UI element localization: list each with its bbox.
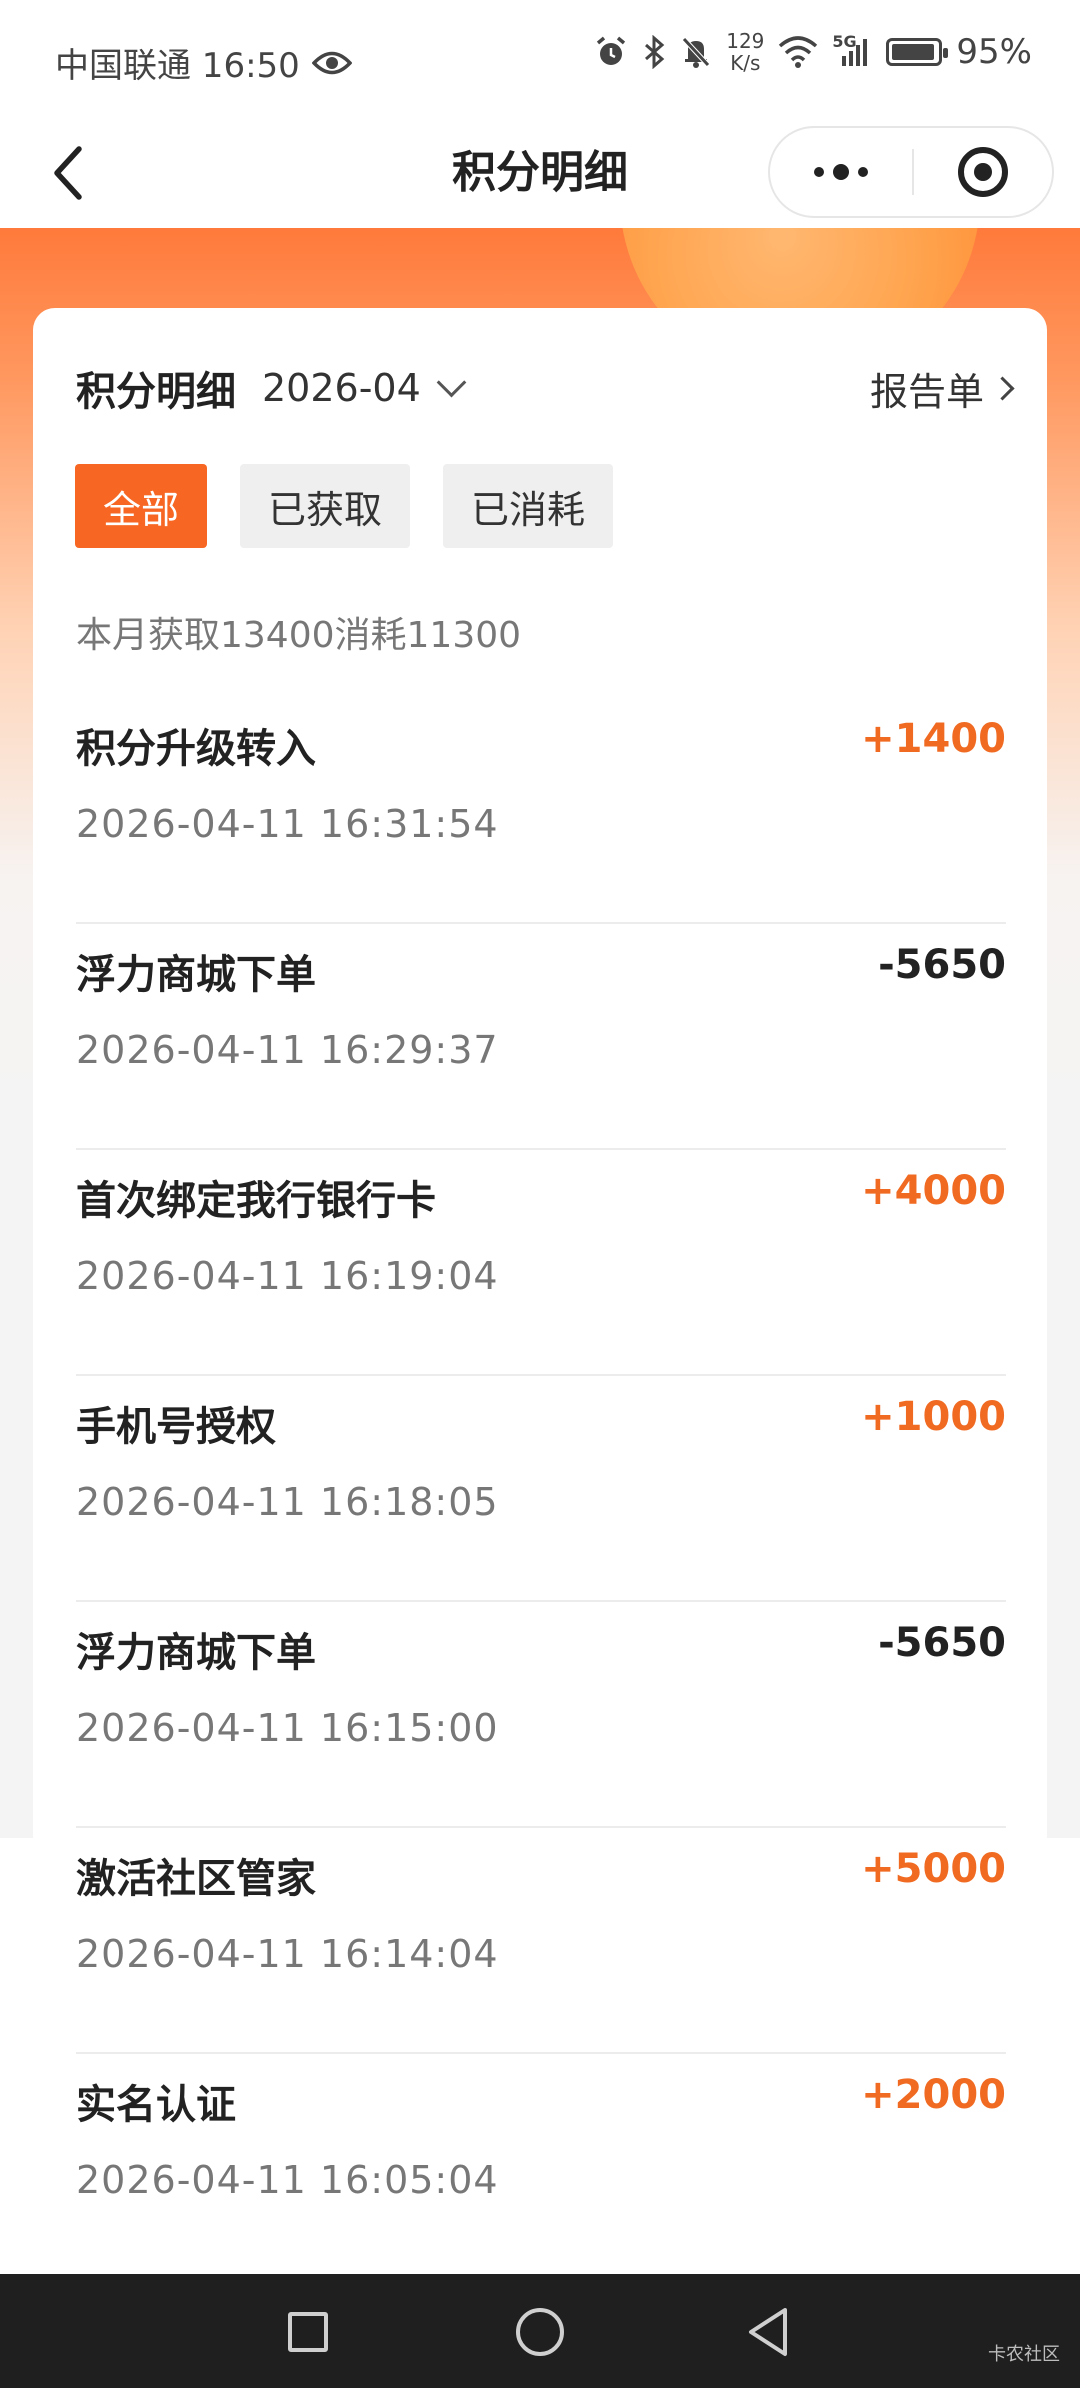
record-time: 2026-04-11 16:05:04 [76,2158,499,2202]
status-left: 中国联通 16:50 [55,38,352,87]
network-speed: 129 K/s [726,29,765,75]
wifi-icon [779,36,818,68]
signal-indicator: 5G [832,32,872,68]
tab-all[interactable]: 全部 [75,464,208,548]
record-row: 浮力商城下单 -5650 2026-04-11 16:29:37 [76,924,1006,1150]
card-title: 积分明细 [76,369,236,415]
system-back-button[interactable] [738,2302,798,2362]
miniapp-capsule [768,126,1054,218]
record-amount: -5650 [878,1620,1006,1666]
record-name: 浮力商城下单 [76,952,316,998]
record-row: 首次绑定我行银行卡 +4000 2026-04-11 16:19:04 [76,1150,1006,1376]
battery-icon [886,38,949,66]
record-amount: +1000 [861,1394,1006,1440]
record-time: 2026-04-11 16:18:05 [76,1480,499,1524]
target-icon [958,147,1008,197]
alarm-icon [597,36,626,65]
record-amount: -5650 [878,942,1006,988]
status-bar: 中国联通 16:50 129 K/s 5G 95% [0,0,1080,118]
card-header: 积分明细 2026-04 报告单 [76,348,1015,428]
report-label: 报告单 [869,369,984,414]
chevron-right-icon [990,375,1015,401]
system-nav-bar: 卡农社区 [0,2274,1080,2388]
record-time: 2026-04-11 16:29:37 [76,1028,499,1072]
tab-earned[interactable]: 已获取 [240,464,411,548]
carrier-time: 中国联通 16:50 [55,46,300,86]
record-time: 2026-04-11 16:19:04 [76,1254,499,1298]
chevron-down-icon [436,367,467,397]
battery-percent: 95% [956,32,1032,72]
record-name: 手机号授权 [76,1404,276,1450]
watermark: 卡农社区 [988,2344,1060,2365]
home-button[interactable] [510,2302,570,2362]
circle-icon [516,2308,564,2356]
record-row: 手机号授权 +1000 2026-04-11 16:18:05 [76,1376,1006,1602]
square-icon [288,2312,328,2352]
record-amount: +4000 [861,1168,1006,1214]
recent-apps-button[interactable] [278,2302,338,2362]
record-name: 实名认证 [76,2082,236,2128]
record-name: 积分升级转入 [76,726,316,772]
record-name: 激活社区管家 [76,1856,316,1902]
points-record-list: 积分升级转入 +1400 2026-04-11 16:31:54 浮力商城下单 … [76,698,1006,2278]
record-amount: +2000 [861,2072,1006,2118]
month-label: 2026-04 [262,366,421,410]
tab-spent[interactable]: 已消耗 [443,464,614,548]
record-row: 激活社区管家 +5000 2026-04-11 16:14:04 [76,1828,1006,2054]
more-dot-icon [833,164,849,180]
record-row: 浮力商城下单 -5650 2026-04-11 16:15:00 [76,1602,1006,1828]
record-row: 积分升级转入 +1400 2026-04-11 16:31:54 [76,698,1006,924]
month-picker[interactable]: 2026-04 [236,366,467,410]
more-dot-icon [858,167,868,177]
record-amount: +5000 [861,1846,1006,1892]
more-dot-icon [814,167,824,177]
filter-tabs: 全部 已获取 已消耗 [75,464,614,548]
bluetooth-icon [645,35,665,69]
more-button[interactable] [770,128,912,216]
record-row: 实名认证 +2000 2026-04-11 16:05:04 [76,2054,1006,2278]
battery-fill [892,44,935,60]
eye-icon [311,51,352,74]
record-time: 2026-04-11 16:15:00 [76,1706,499,1750]
report-link[interactable]: 报告单 [869,361,1015,416]
mute-bell-icon [682,37,711,68]
monthly-summary: 本月获取13400消耗11300 [76,615,522,656]
close-miniapp-button[interactable] [914,147,1052,197]
network-type: 5G [832,32,857,51]
status-right: 129 K/s 5G 95% [594,30,1032,74]
record-time: 2026-04-11 16:14:04 [76,1932,499,1976]
title-bar: 积分明细 [0,118,1080,228]
record-name: 浮力商城下单 [76,1630,316,1676]
record-name: 首次绑定我行银行卡 [76,1178,436,1224]
record-amount: +1400 [861,716,1006,762]
record-time: 2026-04-11 16:31:54 [76,802,499,846]
triangle-back-icon [749,2308,787,2356]
points-card: 积分明细 2026-04 报告单 全部 已获取 已消耗 本月获取13400消耗1… [33,308,1047,2358]
